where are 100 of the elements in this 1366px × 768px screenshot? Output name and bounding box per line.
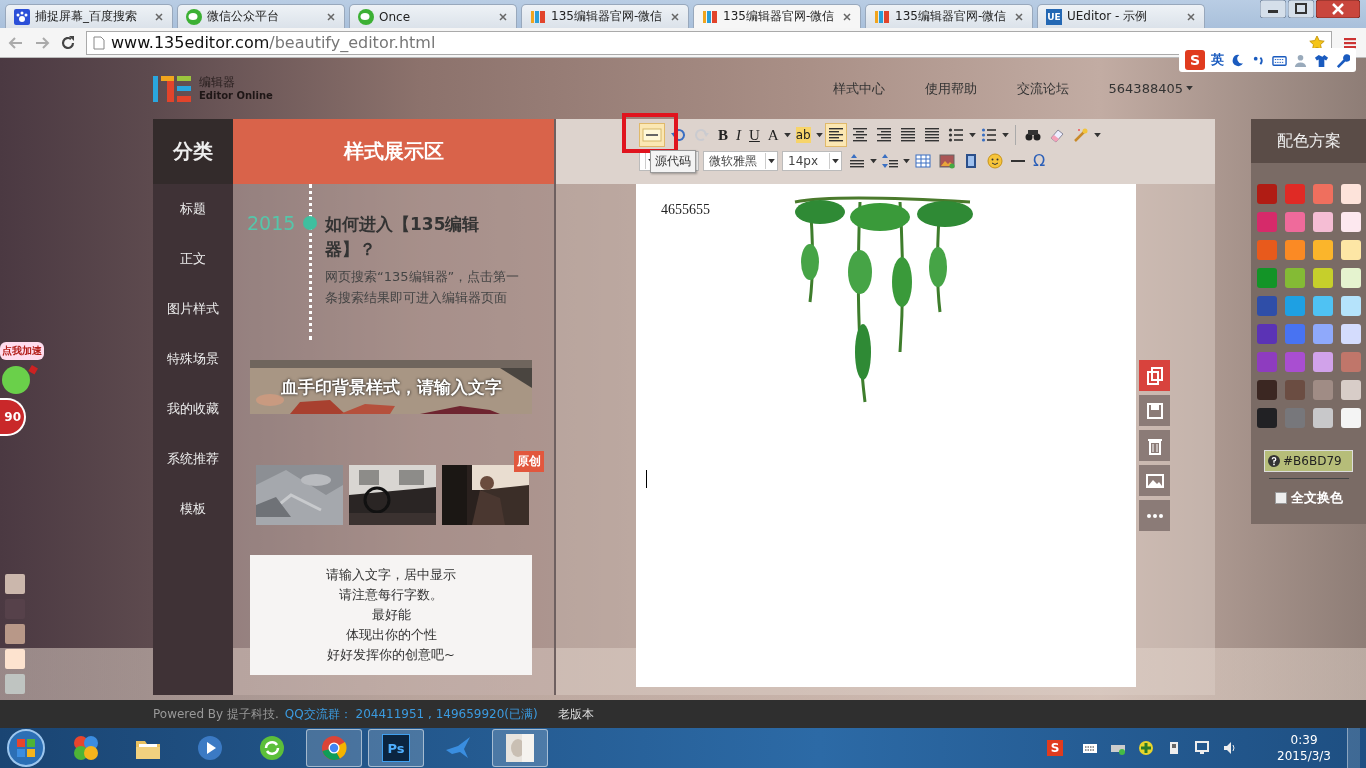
color-swatch[interactable] xyxy=(1284,296,1305,316)
clock[interactable]: 0:39 2015/3/3 xyxy=(1277,732,1331,764)
document-area[interactable]: 4655655 xyxy=(636,184,1136,687)
color-swatch[interactable] xyxy=(1256,408,1277,428)
minimize-icon[interactable] xyxy=(1260,0,1286,18)
browser-tab[interactable]: 135编辑器官网-微信 xyxy=(521,4,689,28)
color-swatch[interactable] xyxy=(1312,240,1333,260)
caret-icon[interactable] xyxy=(768,158,775,164)
color-swatch[interactable] xyxy=(1312,184,1333,204)
theme-swatch[interactable] xyxy=(5,574,25,594)
wrench-icon[interactable] xyxy=(1335,52,1350,68)
caret-icon[interactable] xyxy=(815,132,823,138)
color-swatch[interactable] xyxy=(1340,380,1361,400)
color-swatch[interactable] xyxy=(1340,324,1361,344)
fontcolor-button[interactable]: A xyxy=(764,123,782,147)
caret-icon[interactable] xyxy=(870,158,877,164)
caret-icon[interactable] xyxy=(903,158,910,164)
caret-icon[interactable] xyxy=(1001,132,1009,138)
browser-tab[interactable]: 微信公众平台 xyxy=(177,4,345,28)
symbol-button[interactable]: Ω xyxy=(1030,149,1049,173)
color-swatch[interactable] xyxy=(1284,268,1305,288)
align-left-button[interactable] xyxy=(824,123,847,147)
color-swatch[interactable] xyxy=(1256,352,1277,372)
color-swatch[interactable] xyxy=(1284,184,1305,204)
start-button[interactable] xyxy=(6,728,46,768)
back-icon[interactable] xyxy=(8,34,24,51)
color-swatch[interactable] xyxy=(1340,184,1361,204)
apply-all-checkbox[interactable]: 全文换色 xyxy=(1274,489,1343,507)
caret-icon[interactable] xyxy=(968,132,976,138)
highlight-button[interactable]: ab xyxy=(792,123,814,147)
color-swatch[interactable] xyxy=(1312,380,1333,400)
color-swatch[interactable] xyxy=(1340,352,1361,372)
speed-score[interactable]: 90 xyxy=(0,398,26,436)
close-icon[interactable] xyxy=(1316,0,1360,18)
color-swatch[interactable] xyxy=(1256,268,1277,288)
underline-button[interactable]: U xyxy=(746,123,763,147)
moon-icon[interactable] xyxy=(1230,52,1245,68)
theme-swatch[interactable] xyxy=(5,674,25,694)
maximize-icon[interactable] xyxy=(1288,0,1314,18)
show-desktop-button[interactable] xyxy=(1347,728,1360,768)
color-swatch[interactable] xyxy=(1256,296,1277,316)
nav-link[interactable]: 样式中心 xyxy=(832,79,885,98)
color-swatch[interactable] xyxy=(1312,268,1333,288)
save-button[interactable] xyxy=(1139,395,1170,426)
nav-link[interactable]: 交流论坛 xyxy=(1016,79,1069,98)
caret-icon[interactable] xyxy=(832,158,839,164)
dropdown-field[interactable]: 微软雅黑 xyxy=(703,151,778,171)
browser-tab[interactable]: UE UEditor - 示例 xyxy=(1037,4,1205,28)
input-method-logo[interactable]: S xyxy=(1185,50,1205,70)
color-swatch[interactable] xyxy=(1312,324,1333,344)
shirt-icon[interactable] xyxy=(1314,52,1329,68)
close-icon[interactable] xyxy=(326,11,336,22)
forward-icon[interactable] xyxy=(34,34,50,51)
reload-icon[interactable] xyxy=(60,34,76,51)
browser-tab[interactable]: 捕捉屏幕_百度搜索 xyxy=(5,4,173,28)
color-swatch[interactable] xyxy=(1284,380,1305,400)
color-swatch[interactable] xyxy=(1256,184,1277,204)
color-swatch[interactable] xyxy=(1256,324,1277,344)
more-button[interactable] xyxy=(1139,500,1170,531)
color-swatch[interactable] xyxy=(1284,324,1305,344)
text-template-card[interactable]: 请输入文字，居中显示 请注意每行字数。 最好能 体现出你的个性 好好发挥你的创意吧~ xyxy=(250,555,532,675)
copy-button[interactable] xyxy=(1139,360,1170,391)
category-item[interactable]: 模板 xyxy=(153,484,233,534)
old-version-link[interactable]: 老版本 xyxy=(557,705,594,723)
taskbar-app[interactable] xyxy=(492,729,548,767)
close-icon[interactable] xyxy=(1186,11,1196,22)
color-swatch[interactable] xyxy=(1284,212,1305,232)
color-swatch[interactable] xyxy=(1312,408,1333,428)
close-icon[interactable] xyxy=(154,11,164,22)
theme-swatch[interactable] xyxy=(5,624,25,644)
category-item[interactable]: 图片样式 xyxy=(153,284,233,334)
browser-tab[interactable]: 135编辑器官网-微信 xyxy=(865,4,1033,28)
browser-tab[interactable]: Once xyxy=(349,4,517,28)
color-swatch[interactable] xyxy=(1256,380,1277,400)
browser-tab[interactable]: 135编辑器官网-微信 xyxy=(693,4,861,28)
close-icon[interactable] xyxy=(670,11,680,22)
color-swatch[interactable] xyxy=(1340,212,1361,232)
color-swatch[interactable] xyxy=(1284,352,1305,372)
category-item[interactable]: 我的收藏 xyxy=(153,384,233,434)
color-swatch[interactable] xyxy=(1340,268,1361,288)
plus-icon[interactable] xyxy=(1138,740,1155,756)
trash-button[interactable] xyxy=(1139,430,1170,461)
input-method-tray-icon[interactable]: S xyxy=(1047,740,1064,756)
color-code-field[interactable]: #B6BD79 xyxy=(1264,450,1353,472)
color-swatch[interactable] xyxy=(1340,296,1361,316)
html-button[interactable] xyxy=(639,123,665,147)
dropdown-field[interactable]: 14px xyxy=(782,151,842,171)
color-swatch[interactable] xyxy=(1312,352,1333,372)
user-icon[interactable] xyxy=(1293,52,1308,68)
star-icon[interactable] xyxy=(1309,34,1325,51)
close-icon[interactable] xyxy=(498,11,508,22)
color-swatch[interactable] xyxy=(1284,240,1305,260)
category-item[interactable]: 系统推荐 xyxy=(153,434,233,484)
nav-link[interactable]: 使用帮助 xyxy=(924,79,977,98)
logo-icon[interactable] xyxy=(153,73,193,104)
caret-icon[interactable] xyxy=(783,132,791,138)
category-item[interactable]: 正文 xyxy=(153,234,233,284)
close-icon[interactable] xyxy=(1014,11,1024,22)
category-item[interactable]: 特殊场景 xyxy=(153,334,233,384)
close-icon[interactable] xyxy=(842,11,852,22)
